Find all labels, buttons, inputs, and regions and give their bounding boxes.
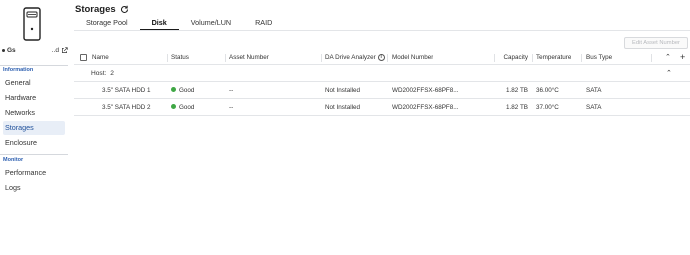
tab-divider xyxy=(74,30,690,31)
external-link-icon[interactable] xyxy=(61,46,68,54)
disk-analyzer: Not Installed xyxy=(325,87,361,94)
disk-name: 3.5" SATA HDD 1 xyxy=(102,87,151,94)
table-row[interactable]: 3.5" SATA HDD 2 Good -- Not Installed WD… xyxy=(74,99,690,116)
disk-status-text: Good xyxy=(179,87,195,94)
select-all-checkbox[interactable] xyxy=(80,54,87,61)
column-separator xyxy=(651,54,652,62)
disk-analyzer: Not Installed xyxy=(325,104,361,111)
edit-asset-number-button[interactable]: Edit Asset Number xyxy=(624,37,688,49)
disk-name: 3.5" SATA HDD 2 xyxy=(102,104,151,111)
table-row[interactable]: 3.5" SATA HDD 1 Good -- Not Installed WD… xyxy=(74,82,690,99)
page-title: Storages xyxy=(75,3,116,15)
tab-volume-lun[interactable]: Volume/LUN xyxy=(179,16,243,31)
sidebar: Gs ..d Information General Hardware Netw… xyxy=(0,0,70,255)
section-monitor: Monitor xyxy=(3,157,24,163)
disk-bus-type: SATA xyxy=(586,104,602,111)
host-group-label: Host: 2 xyxy=(91,66,114,82)
tab-bar: Storage Pool Disk Volume/LUN RAID xyxy=(74,16,284,31)
disk-asset-number: -- xyxy=(229,87,234,94)
column-separator xyxy=(167,54,168,62)
column-separator xyxy=(387,54,388,62)
device-name-tail: ..d xyxy=(51,46,59,54)
disk-asset-number: -- xyxy=(229,104,234,111)
disk-temperature: 37.00°C xyxy=(536,104,559,111)
status-good-icon xyxy=(171,86,176,92)
col-asset-number[interactable]: Asset Number xyxy=(229,51,269,65)
tab-raid[interactable]: RAID xyxy=(243,16,284,31)
col-da-drive-analyzer[interactable]: DA Drive Analyzer i xyxy=(325,51,385,65)
tab-storage-pool[interactable]: Storage Pool xyxy=(74,16,140,31)
sidebar-item-hardware[interactable]: Hardware xyxy=(3,91,65,105)
disk-bus-type: SATA xyxy=(586,87,602,94)
col-temperature[interactable]: Temperature xyxy=(536,51,571,65)
col-status[interactable]: Status xyxy=(171,51,189,65)
host-group-row[interactable]: Host: 2 ⌃ xyxy=(74,66,690,82)
disk-status: Good xyxy=(171,82,194,99)
device-name-row: Gs ..d xyxy=(2,45,68,55)
sidebar-item-storages[interactable]: Storages xyxy=(3,121,65,135)
disk-model: WD2002FFSX-68PF8... xyxy=(392,87,459,94)
column-separator xyxy=(321,54,322,62)
col-name[interactable]: Name xyxy=(92,51,109,65)
disk-status-text: Good xyxy=(179,104,195,111)
column-separator xyxy=(494,54,495,62)
host-label: Host: xyxy=(91,70,107,77)
info-icon[interactable]: i xyxy=(377,53,385,61)
col-da-drive-analyzer-label: DA Drive Analyzer xyxy=(325,54,376,61)
chevron-up-icon[interactable]: ⌃ xyxy=(666,66,672,82)
col-model-number[interactable]: Model Number xyxy=(392,51,433,65)
status-good-icon xyxy=(171,103,176,109)
col-capacity[interactable]: Capacity xyxy=(498,51,529,65)
refresh-icon[interactable] xyxy=(120,5,129,14)
col-bus-type[interactable]: Bus Type xyxy=(586,51,612,65)
sidebar-item-logs[interactable]: Logs xyxy=(3,181,65,195)
column-separator xyxy=(532,54,533,62)
device-status-dot xyxy=(2,48,5,52)
host-count: 2 xyxy=(110,70,114,77)
disk-status: Good xyxy=(171,99,194,116)
disk-temperature: 36.00°C xyxy=(536,87,559,94)
tab-disk[interactable]: Disk xyxy=(139,16,179,31)
column-separator xyxy=(225,54,226,62)
main-panel: Storages Storage Pool Disk Volume/LUN RA… xyxy=(74,0,690,255)
page-header: Storages xyxy=(75,3,129,15)
table-header: Name Status Asset Number DA Drive Analyz… xyxy=(74,51,690,65)
sidebar-item-enclosure[interactable]: Enclosure xyxy=(3,136,65,150)
column-separator xyxy=(581,54,582,62)
disk-capacity: 1.82 TB xyxy=(506,104,528,111)
sidebar-divider xyxy=(0,65,68,66)
collapse-all-icon[interactable]: ⌃ xyxy=(665,51,671,65)
disk-model: WD2002FFSX-68PF8... xyxy=(392,104,459,111)
sidebar-item-performance[interactable]: Performance xyxy=(3,166,65,180)
sidebar-item-networks[interactable]: Networks xyxy=(3,106,65,120)
add-column-icon[interactable]: + xyxy=(680,51,685,65)
sidebar-divider xyxy=(0,154,68,155)
device-name: Gs xyxy=(7,46,16,54)
section-information: Information xyxy=(3,67,34,73)
nas-device-icon xyxy=(23,7,41,41)
sidebar-item-general[interactable]: General xyxy=(3,76,65,90)
disk-capacity: 1.82 TB xyxy=(506,87,528,94)
